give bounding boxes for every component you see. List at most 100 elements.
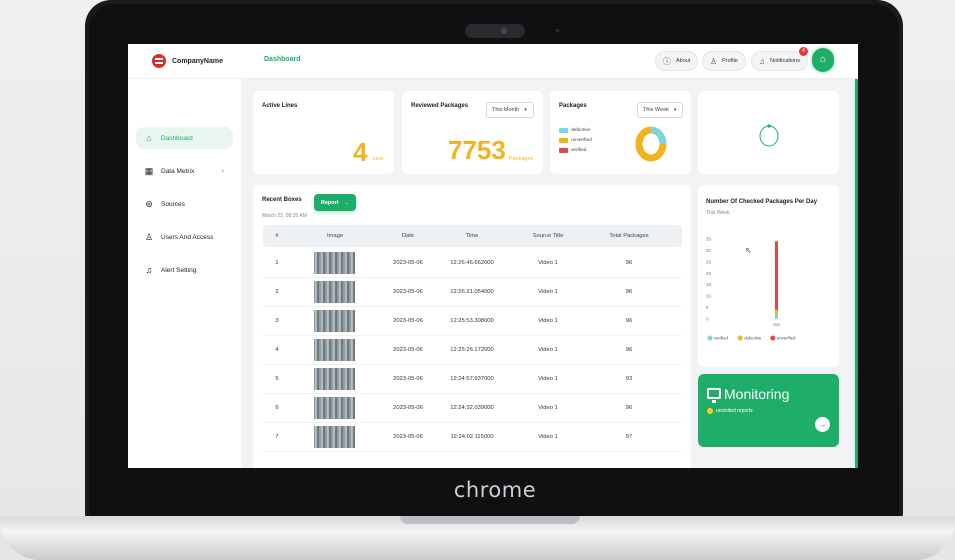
y-tick-label: 10 xyxy=(706,294,712,299)
packages-card: Packages This Week ▾ defective unverifie… xyxy=(550,91,691,174)
status-dot xyxy=(707,408,713,414)
user-icon: ♙ xyxy=(710,56,718,66)
grid-icon: ▦ xyxy=(144,165,154,176)
monitoring-title: Monitoring xyxy=(724,386,790,402)
loading-card xyxy=(698,91,839,174)
active-lines-value: 4 xyxy=(353,137,368,167)
legend-item-unverified: unverified xyxy=(559,138,592,143)
box-thumbnail[interactable] xyxy=(314,339,355,361)
table-cell: 1 xyxy=(275,260,279,266)
card-title: Packages xyxy=(559,103,587,109)
table-row[interactable]: 5 2023-05-06 12:24:57.937000 Video 1 93 xyxy=(263,365,682,394)
legend-label: verified xyxy=(714,336,728,341)
table-cell: 3 xyxy=(275,318,279,324)
y-tick-label: 35 xyxy=(706,237,712,242)
table-row[interactable]: 6 2023-05-06 12:24:32.039000 Video 1 96 xyxy=(263,394,682,423)
y-tick-label: 30 xyxy=(706,248,712,253)
table-row[interactable]: 2 2023-05-06 12:26:21.054000 Video 1 96 xyxy=(263,278,682,307)
table-row[interactable]: 3 2023-05-06 12:25:53.308000 Video 1 96 xyxy=(263,307,682,336)
sidebar-item-sources[interactable]: ⊛ Sources xyxy=(136,193,233,215)
bell-icon: ♫ xyxy=(145,265,153,275)
legend-dot-verified xyxy=(707,335,713,341)
table-cell: 2023-05-06 xyxy=(393,434,423,440)
sidebar-item-data-metrix[interactable]: ▦ Data Metrix › xyxy=(136,160,233,182)
table-cell: 12:24:57.937000 xyxy=(450,376,494,382)
packages-donut-chart xyxy=(635,126,667,162)
logo[interactable]: CompanyName xyxy=(152,54,223,68)
logo-text: CompanyName xyxy=(172,57,223,65)
table-cell: 96 xyxy=(625,289,633,295)
table-cell: 2023-05-06 xyxy=(393,405,423,411)
bar-segment-unverified xyxy=(775,241,778,310)
table-cell: 2023-05-06 xyxy=(393,318,423,324)
y-tick-label: 0 xyxy=(706,317,709,322)
legend-dot-defective xyxy=(737,335,743,341)
column-header: Source Title xyxy=(532,233,564,239)
box-thumbnail[interactable] xyxy=(314,368,355,390)
about-label: About xyxy=(676,58,691,64)
table-row[interactable]: 1 2023-05-06 12:26:46.662000 Video 1 96 xyxy=(263,249,682,278)
table-cell: 96 xyxy=(625,405,633,411)
profile-button[interactable]: ♙ Profile xyxy=(702,51,746,71)
checked-packages-bar-chart: 0 5 10 15 20 25 30 35 Sat verified defective unveri… xyxy=(706,237,796,341)
active-lines-unit: Line xyxy=(373,156,384,162)
table-row[interactable]: 7 2023-05-06 12:24:02.115000 Video 1 97 xyxy=(263,423,682,452)
sidebar-item-label: Data Metrix xyxy=(161,167,195,175)
webcam xyxy=(465,24,525,38)
card-title: Active Lines xyxy=(262,103,298,109)
table-cell: 2023-05-06 xyxy=(393,289,423,295)
unvisited-reports: unvisited reports xyxy=(707,408,753,414)
sidebar: ⌂ Dashboard ▦ Data Metrix › ⊛ Sources ♙ … xyxy=(128,79,241,468)
table-cell: 2023-05-06 xyxy=(393,376,423,382)
info-icon: ⓘ xyxy=(663,56,671,66)
legend-label: defective xyxy=(744,336,762,341)
table-cell: 2023-05-06 xyxy=(393,260,423,266)
sidebar-item-label: Alert Setting xyxy=(161,266,197,274)
arrow-right-icon: → xyxy=(818,420,827,429)
scrollbar[interactable] xyxy=(855,79,858,468)
table-cell: 12:24:32.039000 xyxy=(450,405,494,411)
mouse-cursor-icon: ⇖ xyxy=(745,246,752,255)
legend-label: unverified xyxy=(571,138,592,143)
recent-boxes-card: Recent Boxes Report → March 23, 08:35 AM… xyxy=(253,185,691,468)
table-header: # Image Date Time Source Title Total Pac… xyxy=(263,225,682,247)
box-thumbnail[interactable] xyxy=(314,252,355,274)
reviewed-period-select[interactable]: This Month ▾ xyxy=(486,102,534,118)
sidebar-item-dashboard[interactable]: ⌂ Dashboard xyxy=(136,127,233,149)
table-cell: Video 1 xyxy=(538,405,558,411)
table-cell: 12:25:53.308000 xyxy=(450,318,494,324)
table-cell: Video 1 xyxy=(538,434,558,440)
packages-period-select[interactable]: This Week ▾ xyxy=(637,102,683,118)
about-button[interactable]: ⓘ About xyxy=(655,51,699,71)
y-tick-label: 20 xyxy=(706,271,712,276)
arrow-right-icon: → xyxy=(343,199,350,206)
legend-label: verified xyxy=(571,148,587,153)
home-button[interactable]: ⌂ xyxy=(812,48,834,72)
table-row[interactable]: 4 2023-05-06 12:25:26.172000 Video 1 96 xyxy=(263,336,682,365)
monitoring-card[interactable]: Monitoring unvisited reports → xyxy=(698,374,839,447)
table-cell: 7 xyxy=(275,434,279,440)
box-thumbnail[interactable] xyxy=(314,426,355,448)
active-lines-card: Active Lines 4 Line xyxy=(253,91,394,174)
reviewed-packages-unit: Packages xyxy=(509,156,534,162)
monitoring-open-button[interactable]: → xyxy=(815,417,830,432)
monitor-icon xyxy=(707,388,721,403)
x-tick-label: Sat xyxy=(773,322,781,327)
box-thumbnail[interactable] xyxy=(314,281,355,303)
table-cell: 12:26:21.054000 xyxy=(450,289,494,295)
legend-item-defective: defective xyxy=(559,128,590,133)
sidebar-item-users-and-access[interactable]: ♙ Users And Access xyxy=(136,226,233,248)
home-icon: ⌂ xyxy=(146,133,152,143)
report-button[interactable]: Report → xyxy=(314,194,356,211)
notification-badge: 4 xyxy=(799,47,808,56)
column-header: Date xyxy=(401,233,415,239)
unvisited-reports-label: unvisited reports xyxy=(716,408,753,414)
table-cell: 2 xyxy=(275,289,279,295)
table-cell: 96 xyxy=(625,318,633,324)
sidebar-item-alert-setting[interactable]: ♫ Alert Setting xyxy=(136,259,233,281)
box-thumbnail[interactable] xyxy=(314,397,355,419)
loading-spinner-icon xyxy=(759,124,779,147)
sidebar-item-label: Users And Access xyxy=(161,233,214,241)
select-value: This Week xyxy=(643,107,669,113)
box-thumbnail[interactable] xyxy=(314,310,355,332)
